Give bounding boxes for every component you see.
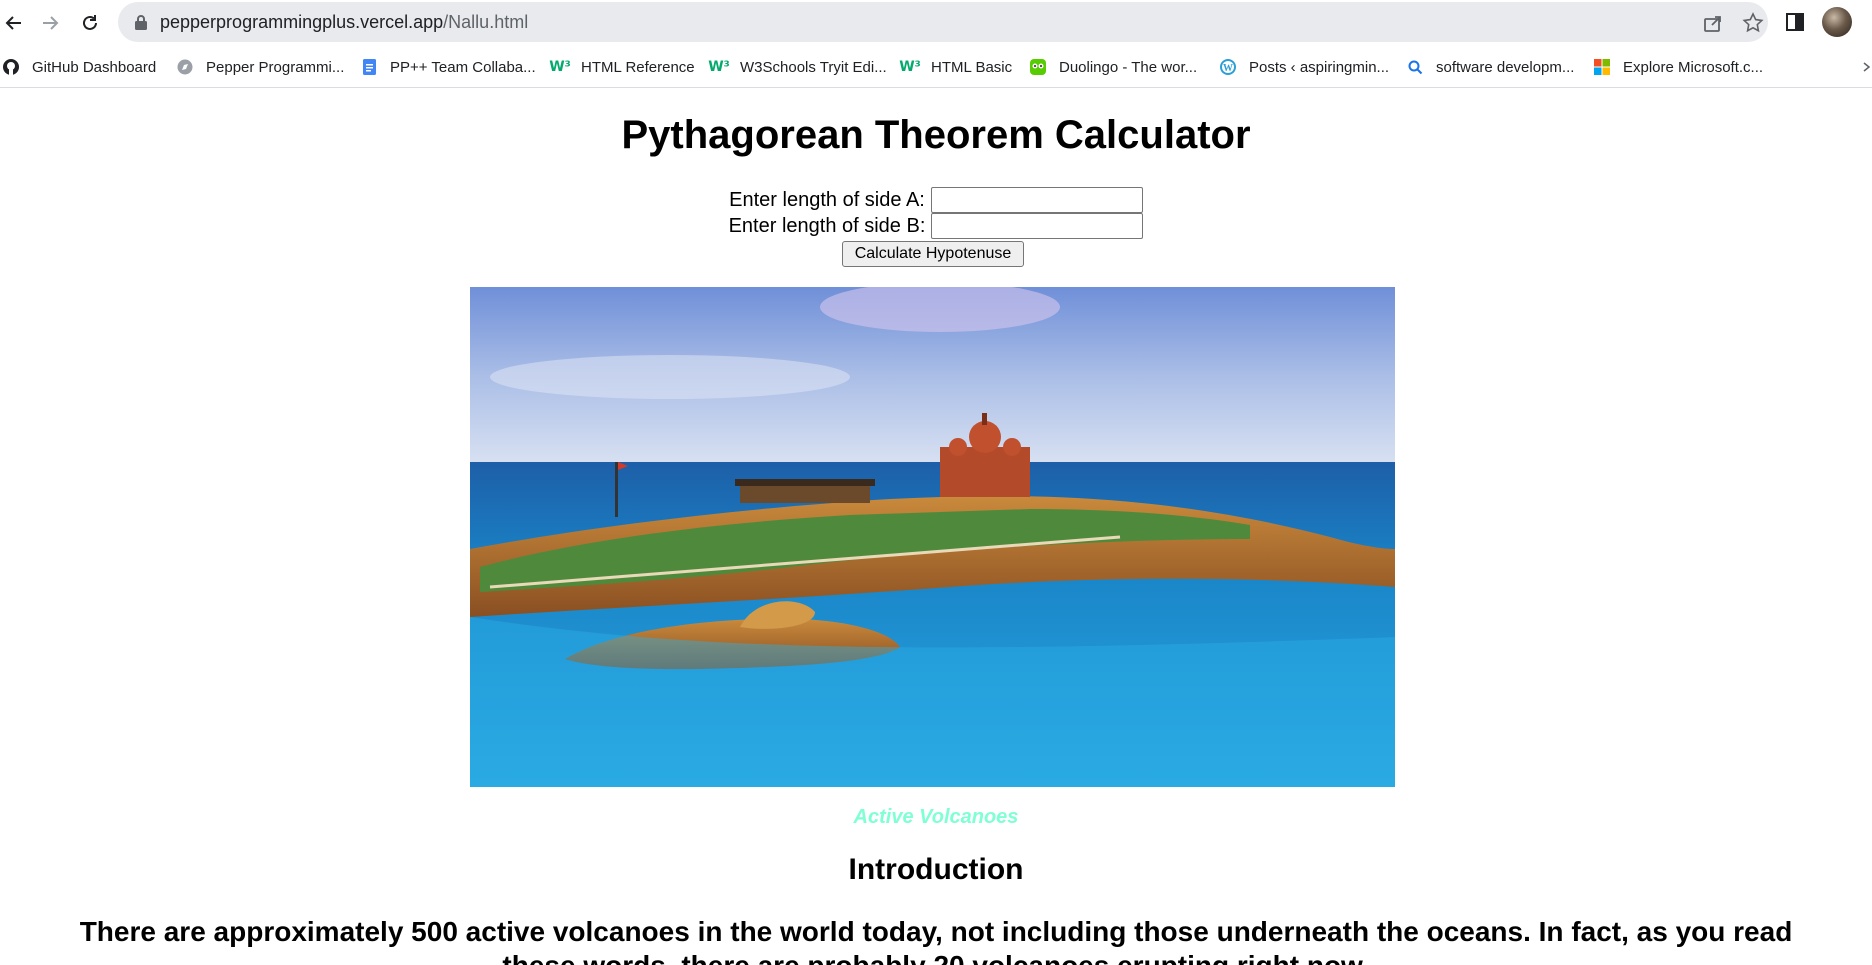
bookmark-label: Duolingo - The wor... [1059, 58, 1198, 76]
bookmark-w3schools-tryit[interactable]: W³ W3Schools Tryit Edi... [708, 55, 887, 79]
w3schools-icon: W³ [708, 59, 730, 75]
page-title: Pythagorean Theorem Calculator [621, 113, 1251, 157]
github-icon [2, 58, 20, 76]
side-a-input[interactable] [930, 187, 1143, 213]
wordpress-icon: W [1219, 58, 1237, 76]
bookmark-label: HTML Reference [581, 58, 695, 76]
bookmark-label: Posts ‹ aspiringmin... [1249, 58, 1390, 76]
back-button[interactable] [0, 9, 28, 37]
w3schools-icon: W³ [899, 59, 921, 75]
bookmarks-overflow-chevron-icon[interactable] [1862, 55, 1872, 79]
calculate-hypotenuse-button[interactable]: Calculate Hypotenuse [842, 241, 1024, 267]
bookmark-software-development[interactable]: software developm... [1406, 55, 1574, 79]
reload-icon [83, 15, 97, 30]
image-caption: Active Volcanoes [853, 806, 1019, 828]
side-b-input[interactable] [931, 213, 1144, 239]
bookmark-html-reference[interactable]: W³ HTML Reference [549, 55, 695, 79]
bookmark-github-dashboard[interactable]: GitHub Dashboard [2, 55, 156, 79]
side-a-row: Enter length of side A: [0, 187, 1872, 213]
lock-icon [135, 15, 147, 30]
bookmark-label: Pepper Programmi... [206, 58, 345, 76]
back-arrow-icon [5, 16, 21, 30]
microsoft-icon [1593, 58, 1611, 76]
w3schools-icon: W³ [549, 59, 571, 75]
side-b-row: Enter length of side B: [0, 213, 1872, 239]
bookmark-pepper-programming[interactable]: Pepper Programmi... [176, 55, 344, 79]
search-icon [1406, 58, 1424, 76]
forward-button[interactable] [36, 9, 64, 37]
bookmark-html-basic[interactable]: W³ HTML Basic [899, 55, 1013, 79]
intro-paragraph: There are approximately 500 active volca… [79, 916, 1793, 965]
svg-text:W: W [1223, 63, 1233, 74]
duolingo-icon [1029, 58, 1047, 76]
bookmark-label: PP++ Team Collaba... [390, 58, 536, 76]
bookmark-label: Explore Microsoft.c... [1623, 58, 1764, 76]
url-text: pepperprogrammingplus.vercel.app/Nallu.h… [160, 12, 528, 33]
bookmark-label: software developm... [1436, 58, 1575, 76]
bookmark-pp-team-collab[interactable]: PP++ Team Collaba... [360, 55, 536, 79]
forward-arrow-icon [43, 16, 59, 30]
reload-button[interactable] [76, 9, 104, 37]
profile-avatar[interactable] [1822, 7, 1852, 37]
bookmarks-bar: GitHub Dashboard Pepper Programmi... PP+… [0, 46, 1872, 88]
bookmark-label: HTML Basic [931, 58, 1013, 76]
browser-toolbar: pepperprogrammingplus.vercel.app/Nallu.h… [0, 0, 1872, 46]
coastal-island-photo [470, 287, 1395, 787]
address-bar[interactable]: pepperprogrammingplus.vercel.app/Nallu.h… [118, 2, 1768, 42]
url-host: pepperprogrammingplus.vercel.app [160, 12, 444, 32]
intro-heading: Introduction [848, 853, 1024, 886]
share-icon[interactable] [1702, 12, 1724, 34]
side-a-label: Enter length of side A: [729, 188, 925, 211]
side-panel-icon[interactable] [1784, 11, 1806, 33]
google-docs-icon [360, 58, 378, 76]
bookmark-duolingo[interactable]: Duolingo - The wor... [1029, 55, 1197, 79]
page-content: Pythagorean Theorem Calculator Enter len… [0, 89, 1872, 965]
url-path: /Nallu.html [443, 12, 529, 32]
bookmark-explore-microsoft[interactable]: Explore Microsoft.c... [1593, 55, 1763, 79]
bookmark-wordpress-posts[interactable]: W Posts ‹ aspiringmin... [1219, 55, 1389, 79]
compass-icon [176, 58, 194, 76]
bookmark-label: GitHub Dashboard [32, 58, 157, 76]
bookmark-star-icon[interactable] [1742, 12, 1764, 34]
side-b-label: Enter length of side B: [728, 214, 926, 237]
bookmark-label: W3Schools Tryit Edi... [740, 58, 887, 76]
